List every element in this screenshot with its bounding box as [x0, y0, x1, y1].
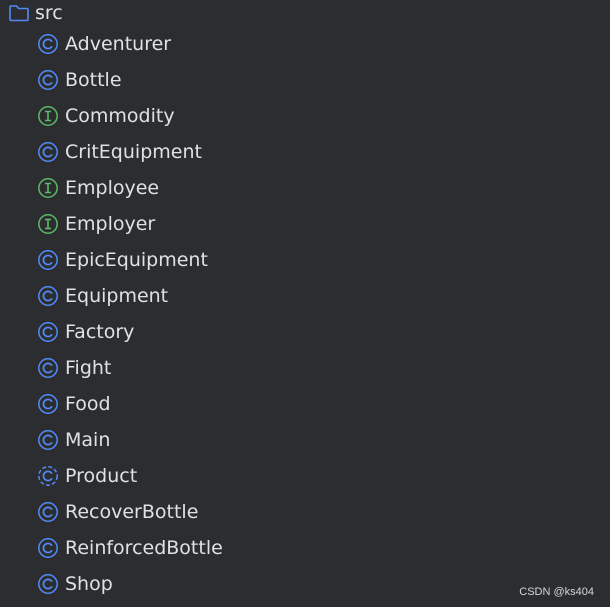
- tree-item-label: Employer: [65, 212, 156, 235]
- tree-item[interactable]: EpicEquipment: [0, 242, 610, 278]
- tree-item[interactable]: Main: [0, 422, 610, 458]
- tree-item[interactable]: Equipment: [0, 278, 610, 314]
- tree-item-label: Adventurer: [65, 32, 172, 55]
- class-icon: [37, 141, 59, 163]
- tree-folder-label: src: [35, 1, 63, 24]
- interface-icon: [37, 105, 59, 127]
- tree-item-label: RecoverBottle: [65, 500, 199, 523]
- tree-item[interactable]: Bottle: [0, 62, 610, 98]
- class-icon: [37, 33, 59, 55]
- tree-item-label: CritEquipment: [65, 140, 202, 163]
- class-icon: [37, 501, 59, 523]
- tree-item[interactable]: Employee: [0, 170, 610, 206]
- abstract-class-icon: [37, 465, 59, 487]
- tree-item-label: Main: [65, 428, 111, 451]
- interface-icon: [37, 177, 59, 199]
- class-icon: [37, 357, 59, 379]
- class-icon: [37, 249, 59, 271]
- tree-item[interactable]: Adventurer: [0, 26, 610, 62]
- tree-item[interactable]: Food: [0, 386, 610, 422]
- tree-item-label: Employee: [65, 176, 160, 199]
- tree-item[interactable]: Fight: [0, 350, 610, 386]
- tree-item-label: Product: [65, 464, 138, 487]
- tree-item[interactable]: Employer: [0, 206, 610, 242]
- tree-item[interactable]: RecoverBottle: [0, 494, 610, 530]
- tree-item-label: Factory: [65, 320, 135, 343]
- tree-item-label: Commodity: [65, 104, 175, 127]
- watermark: CSDN @ks404: [519, 586, 594, 598]
- project-tree: src Adventurer Bottle Commodity CritEquipme…: [0, 0, 610, 602]
- tree-item[interactable]: Commodity: [0, 98, 610, 134]
- class-icon: [37, 393, 59, 415]
- class-icon: [37, 321, 59, 343]
- tree-item-label: Shop: [65, 572, 113, 595]
- class-icon: [37, 429, 59, 451]
- class-icon: [37, 69, 59, 91]
- tree-item[interactable]: Factory: [0, 314, 610, 350]
- tree-item-label: Bottle: [65, 68, 122, 91]
- interface-icon: [37, 213, 59, 235]
- tree-item-label: Food: [65, 392, 111, 415]
- class-icon: [37, 285, 59, 307]
- tree-folder-src[interactable]: src: [0, 0, 610, 26]
- class-icon: [37, 537, 59, 559]
- tree-item-label: ReinforcedBottle: [65, 536, 223, 559]
- tree-item-label: Fight: [65, 356, 112, 379]
- class-icon: [37, 573, 59, 595]
- tree-item-label: EpicEquipment: [65, 248, 208, 271]
- tree-item[interactable]: ReinforcedBottle: [0, 530, 610, 566]
- folder-icon: [8, 2, 30, 24]
- tree-item-label: Equipment: [65, 284, 169, 307]
- tree-item[interactable]: CritEquipment: [0, 134, 610, 170]
- tree-item[interactable]: Product: [0, 458, 610, 494]
